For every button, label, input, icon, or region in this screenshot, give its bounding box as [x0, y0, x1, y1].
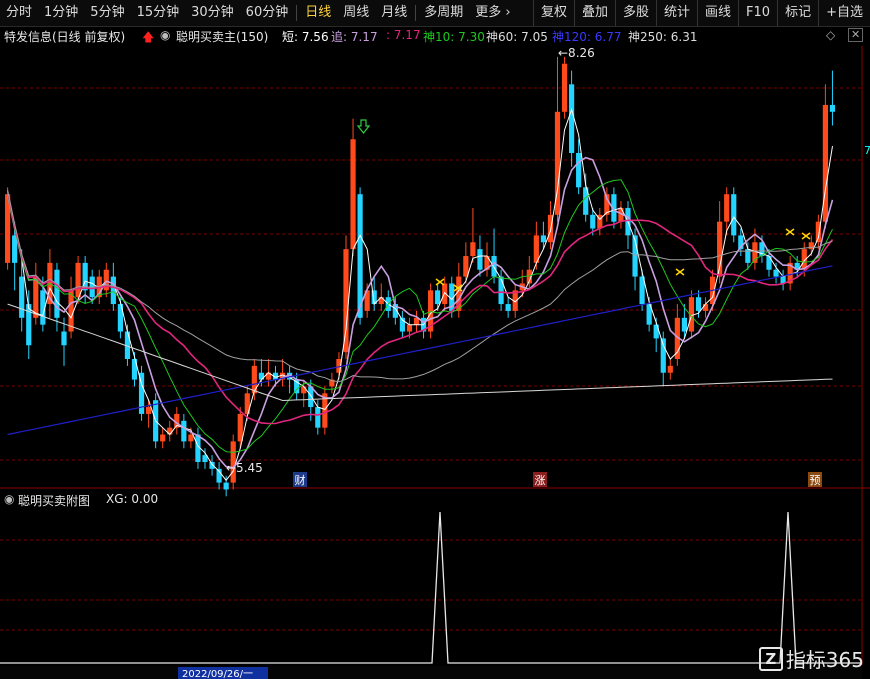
candle-body — [829, 104, 836, 112]
candle-body — [258, 372, 264, 380]
candle-body — [505, 304, 511, 311]
candle-body — [315, 407, 321, 428]
candle-body — [301, 386, 307, 394]
sub-chart: 2022/09/26/一 — [0, 511, 862, 679]
candle-body — [61, 331, 67, 346]
ma-god120-line — [7, 265, 833, 436]
candle-body — [146, 407, 152, 414]
candles — [5, 56, 836, 497]
candle-body — [160, 434, 166, 442]
candle-body — [491, 256, 497, 277]
kline-chart[interactable]: ←8.26 ←5.45 7 财 涨 预 2022/09/26/一 — [0, 0, 870, 679]
candle-body — [223, 482, 229, 490]
candle-body — [167, 427, 173, 435]
sub-menu-icon[interactable]: ◉ — [4, 492, 14, 506]
candle-body — [251, 365, 257, 394]
watermark-logo-icon: Z — [758, 646, 783, 671]
candle-body — [590, 214, 596, 229]
buy-arrow-icon — [356, 119, 371, 134]
low-price-label: ←5.45 — [226, 461, 263, 475]
signal-x-icon — [675, 268, 685, 276]
candle-body — [470, 242, 476, 256]
candle-body — [343, 249, 349, 353]
candle-body — [406, 324, 413, 332]
xg-value: XG: 0.00 — [106, 492, 159, 506]
candle-body — [378, 297, 384, 305]
candle-body — [19, 276, 25, 318]
watermark: Z 指标365 — [758, 644, 864, 673]
candle-body — [724, 194, 730, 222]
event-marker: 预 — [810, 474, 821, 487]
candle-body — [808, 242, 814, 250]
candle-body — [695, 297, 702, 311]
candle-body — [569, 84, 575, 153]
xg-line — [0, 511, 862, 664]
price-axis-label: 7 — [864, 144, 870, 157]
candle-body — [681, 317, 687, 332]
candle-body — [477, 249, 483, 270]
signal-x-icon — [435, 278, 445, 286]
grid — [0, 46, 870, 665]
candle-body — [561, 63, 568, 112]
ma-gray-line — [7, 189, 833, 383]
date-axis — [0, 666, 862, 679]
event-marker: 财 — [295, 473, 306, 487]
watermark-text: 指标365 — [785, 648, 864, 672]
candle-body — [75, 262, 81, 298]
candle-body — [435, 290, 441, 305]
signal-x-icon — [785, 228, 795, 236]
candle-body — [181, 420, 187, 442]
ma-chase-line — [6, 156, 834, 469]
ma-god60-line — [6, 191, 834, 425]
candle-body — [350, 139, 356, 250]
candle-body — [188, 434, 194, 442]
event-marker: 涨 — [535, 474, 546, 487]
high-price-label: ←8.26 — [558, 46, 595, 60]
candle-body — [237, 413, 243, 442]
candle-body — [540, 235, 546, 243]
candle-body — [110, 276, 116, 305]
candle-body — [357, 194, 363, 318]
moving-averages — [6, 107, 834, 482]
candle-body — [576, 153, 582, 188]
candle-body — [731, 194, 737, 236]
date-label: 2022/09/26/一 — [182, 669, 253, 679]
candle-body — [773, 269, 779, 277]
sub-indicator-bar: ◉ 聪明买卖附图 XG: 0.00 — [0, 490, 870, 508]
candle-body — [54, 269, 60, 318]
candle-body — [667, 365, 673, 373]
candle-body — [702, 304, 709, 311]
candle-body — [463, 256, 469, 277]
candle-body — [498, 276, 504, 305]
sub-indicator-title: 聪明买卖附图 — [18, 494, 91, 508]
